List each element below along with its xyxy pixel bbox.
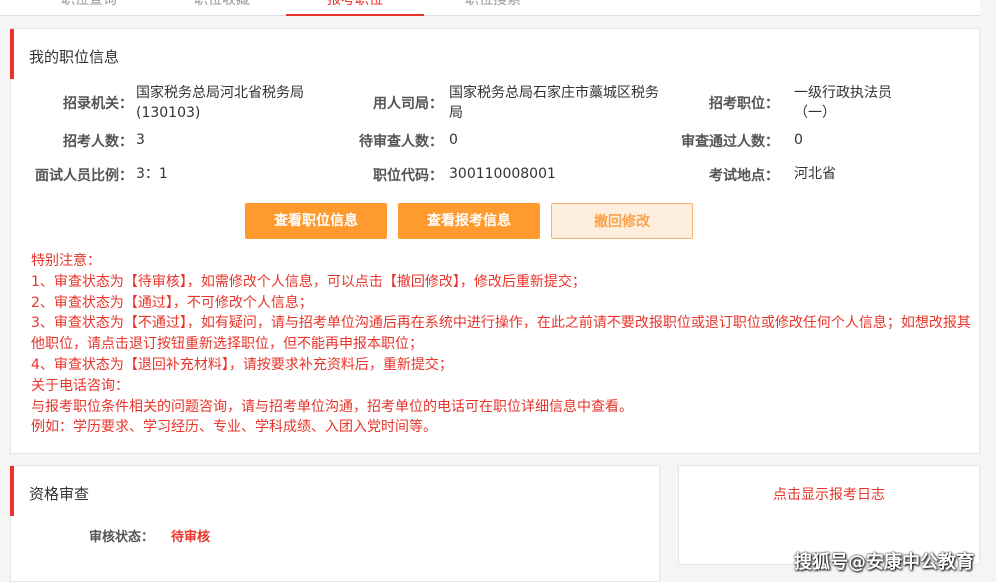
tab-position-favorites[interactable]: 职位收藏: [153, 0, 291, 16]
accent-bar: [10, 466, 14, 516]
panel-title: 我的职位信息: [29, 48, 120, 66]
withdraw-button[interactable]: 撤回修改: [551, 203, 693, 239]
position-label: 招考职位：: [709, 96, 779, 112]
headcount-label: 招考人数：: [63, 134, 133, 150]
notice-line: 与报考职位条件相关的问题咨询，请与招考单位沟通，招考单位的电话可在职位详细信息中…: [31, 398, 633, 415]
notice-line: 例如：学历要求、学习经历、专业、学科成绩、入团入党时间等。: [31, 419, 437, 436]
notice-text: 特别注意： 1、审查状态为【待审核】，如需修改个人信息，可以点击【撤回修改】，修…: [31, 251, 971, 438]
pending-label: 待审查人数：: [359, 134, 443, 150]
code-label: 职位代码：: [373, 168, 443, 184]
watermark: 搜狐号@安康中公教育: [794, 552, 974, 573]
qualification-title: 资格审查: [29, 485, 90, 503]
location-value: 河北省: [794, 166, 836, 182]
tab-position-search[interactable]: 职位搜索: [424, 0, 562, 16]
notice-line: 关于电话咨询：: [31, 377, 129, 394]
pending-value: 0: [449, 132, 458, 148]
recruiting-org-label: 招录机关：: [63, 96, 133, 112]
approved-value: 0: [794, 132, 803, 148]
panel-header: 我的职位信息: [10, 29, 979, 79]
show-log-link[interactable]: 点击显示报考日志: [679, 484, 979, 504]
position-info-panel: 我的职位信息 招录机关： 国家税务总局河北省税务局(130103) 用人司局： …: [10, 28, 980, 454]
ratio-label: 面试人员比例：: [35, 168, 133, 184]
employer-value: 国家税务总局石家庄市藁城区税务局: [449, 85, 659, 121]
position-value: 一级行政执法员（一）: [794, 85, 892, 121]
qualification-panel: 资格审查 审核状态： 待审核: [10, 465, 660, 582]
panel-header: 资格审查: [10, 466, 659, 516]
headcount-value: 3: [136, 132, 145, 148]
notice-line: 2、审查状态为【通过】，不可修改个人信息；: [31, 294, 313, 311]
notice-line: 特别注意：: [31, 253, 101, 269]
notice-line: 4、审查状态为【退回补充材料】，请按要求补充资料后，重新提交；: [31, 356, 453, 373]
code-value: 300110008001: [449, 166, 556, 182]
review-status-value: 待审核: [171, 530, 211, 545]
employer-label: 用人司局：: [373, 96, 443, 112]
ratio-value: 3：1: [136, 166, 168, 182]
view-position-button[interactable]: 查看职位信息: [245, 203, 387, 239]
location-label: 考试地点：: [709, 168, 779, 184]
notice-line: 3、审查状态为【不通过】，如有疑问，请与招考单位沟通后再在系统中进行操作，在此之…: [31, 315, 971, 353]
accent-bar: [10, 29, 14, 79]
recruiting-org-value: 国家税务总局河北省税务局(130103): [136, 85, 304, 121]
notice-line: 1、审查状态为【待审核】，如需修改个人信息，可以点击【撤回修改】，修改后重新提交…: [31, 273, 586, 290]
review-status-label: 审核状态：: [89, 530, 155, 545]
approved-label: 审查通过人数：: [681, 134, 779, 150]
tab-bar: 职位查询 职位收藏 报考职位 职位搜索: [0, 0, 980, 16]
view-application-button[interactable]: 查看报考信息: [398, 203, 540, 239]
tab-applied-position[interactable]: 报考职位: [286, 0, 424, 16]
tab-position-query[interactable]: 职位查询: [20, 0, 158, 16]
